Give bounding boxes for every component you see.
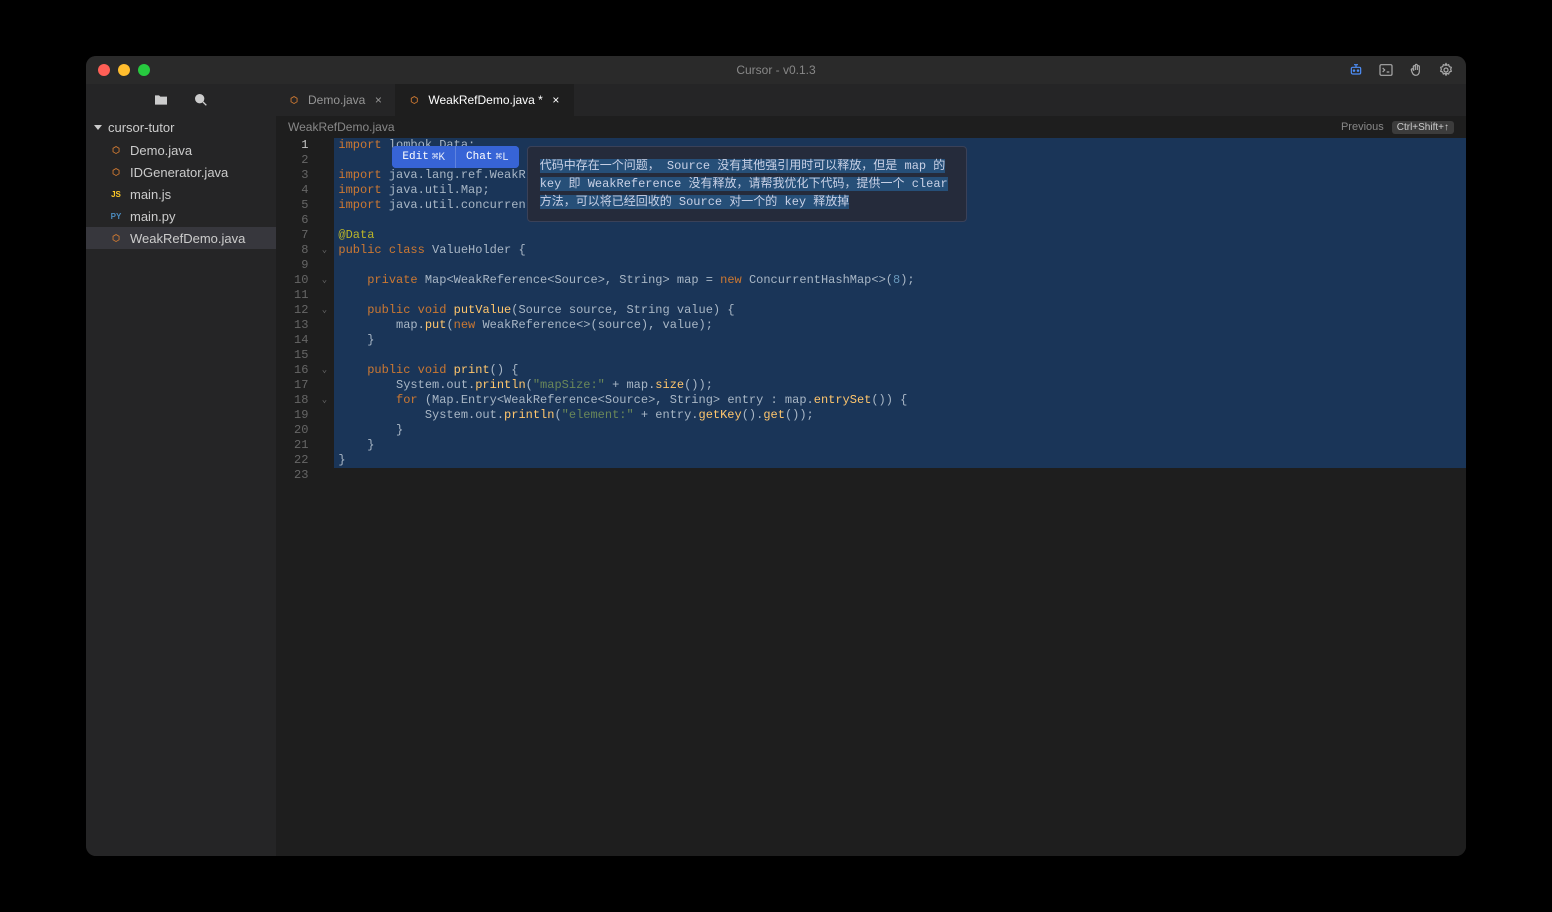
project-header[interactable]: cursor-tutor [86, 116, 276, 139]
code-line[interactable]: for (Map.Entry<WeakReference<Source>, St… [334, 393, 1466, 408]
tab-bar: ⬡Demo.java×⬡WeakRefDemo.java *× [276, 84, 1466, 116]
fold-arrow-icon[interactable]: ⌄ [320, 243, 328, 258]
chat-message-text: 代码中存在一个问题， Source 没有其他强引用时可以释放，但是 map 的 … [540, 159, 948, 209]
settings-gear-icon[interactable] [1438, 62, 1454, 78]
app-window: Cursor - v0.1.3 cursor-tutor ⬡Demo.java⬡… [86, 56, 1466, 856]
editor-area: ⬡Demo.java×⬡WeakRefDemo.java *× WeakRefD… [276, 84, 1466, 856]
sidebar-toolbar [86, 84, 276, 116]
project-name: cursor-tutor [108, 120, 174, 135]
previous-shortcut: Ctrl+Shift+↑ [1392, 121, 1454, 134]
code-line[interactable]: } [334, 453, 1466, 468]
folder-icon[interactable] [153, 92, 169, 108]
code-line[interactable]: map.put(new WeakReference<>(source), val… [334, 318, 1466, 333]
code-line[interactable] [334, 348, 1466, 363]
tab-label: WeakRefDemo.java * [428, 93, 543, 107]
edit-button[interactable]: Edit ⌘K [392, 146, 456, 168]
code-line[interactable]: public void print() { [334, 363, 1466, 378]
window-minimize-button[interactable] [118, 64, 130, 76]
file-item-main-py[interactable]: PYmain.py [86, 205, 276, 227]
hand-icon[interactable] [1408, 62, 1424, 78]
code-line[interactable]: System.out.println("mapSize:" + map.size… [334, 378, 1466, 393]
tab-demo-java[interactable]: ⬡Demo.java× [276, 84, 396, 116]
fold-arrow-icon[interactable]: ⌄ [320, 393, 328, 408]
file-item-main-js[interactable]: JSmain.js [86, 183, 276, 205]
chat-input-popup[interactable]: 代码中存在一个问题， Source 没有其他强引用时可以释放，但是 map 的 … [527, 146, 967, 222]
sidebar: cursor-tutor ⬡Demo.java⬡IDGenerator.java… [86, 84, 276, 856]
ai-robot-icon[interactable] [1348, 62, 1364, 78]
code-line[interactable] [334, 258, 1466, 273]
line-gutter: 1234567891011121314151617181920212223 [276, 138, 320, 856]
file-item-idgenerator-java[interactable]: ⬡IDGenerator.java [86, 161, 276, 183]
previous-label[interactable]: Previous [1341, 121, 1384, 133]
code-line[interactable] [334, 288, 1466, 303]
window-maximize-button[interactable] [138, 64, 150, 76]
code-line[interactable]: @Data [334, 228, 1466, 243]
tab-weakrefdemo-java-[interactable]: ⬡WeakRefDemo.java *× [396, 84, 574, 116]
inline-actions-popup: Edit ⌘K Chat ⌘L 代码中存在一个问题， Source 没有其他强引… [392, 146, 966, 222]
titlebar-actions [1348, 62, 1454, 78]
tab-label: Demo.java [308, 93, 365, 107]
search-icon[interactable] [193, 92, 209, 108]
breadcrumb-path: WeakRefDemo.java [288, 120, 395, 134]
file-item-demo-java[interactable]: ⬡Demo.java [86, 139, 276, 161]
close-tab-icon[interactable]: × [549, 93, 563, 107]
chevron-down-icon [94, 125, 102, 130]
code-line[interactable]: } [334, 423, 1466, 438]
file-name: main.py [130, 209, 176, 224]
fold-arrow-icon[interactable]: ⌄ [320, 303, 328, 318]
code-line[interactable]: System.out.println("element:" + entry.ge… [334, 408, 1466, 423]
titlebar: Cursor - v0.1.3 [86, 56, 1466, 84]
file-tree: ⬡Demo.java⬡IDGenerator.javaJSmain.jsPYma… [86, 139, 276, 249]
file-name: WeakRefDemo.java [130, 231, 245, 246]
code-line[interactable]: } [334, 333, 1466, 348]
traffic-lights [98, 64, 150, 76]
file-name: main.js [130, 187, 171, 202]
code-line[interactable]: private Map<WeakReference<Source>, Strin… [334, 273, 1466, 288]
window-title: Cursor - v0.1.3 [736, 63, 815, 77]
close-tab-icon[interactable]: × [371, 93, 385, 107]
window-close-button[interactable] [98, 64, 110, 76]
fold-arrow-icon[interactable]: ⌄ [320, 273, 328, 288]
code-editor[interactable]: 1234567891011121314151617181920212223 ⌄ ⌄… [276, 138, 1466, 856]
code-line[interactable] [334, 468, 1466, 483]
file-item-weakrefdemo-java[interactable]: ⬡WeakRefDemo.java [86, 227, 276, 249]
code-line[interactable]: public void putValue(Source source, Stri… [334, 303, 1466, 318]
fold-arrow-icon[interactable]: ⌄ [320, 363, 328, 378]
terminal-icon[interactable] [1378, 62, 1394, 78]
chat-button[interactable]: Chat ⌘L [456, 146, 519, 168]
code-line[interactable]: public class ValueHolder { [334, 243, 1466, 258]
file-name: IDGenerator.java [130, 165, 228, 180]
file-name: Demo.java [130, 143, 192, 158]
code-line[interactable]: } [334, 438, 1466, 453]
action-button-group: Edit ⌘K Chat ⌘L [392, 146, 518, 168]
breadcrumb-bar: WeakRefDemo.java Previous Ctrl+Shift+↑ [276, 116, 1466, 138]
